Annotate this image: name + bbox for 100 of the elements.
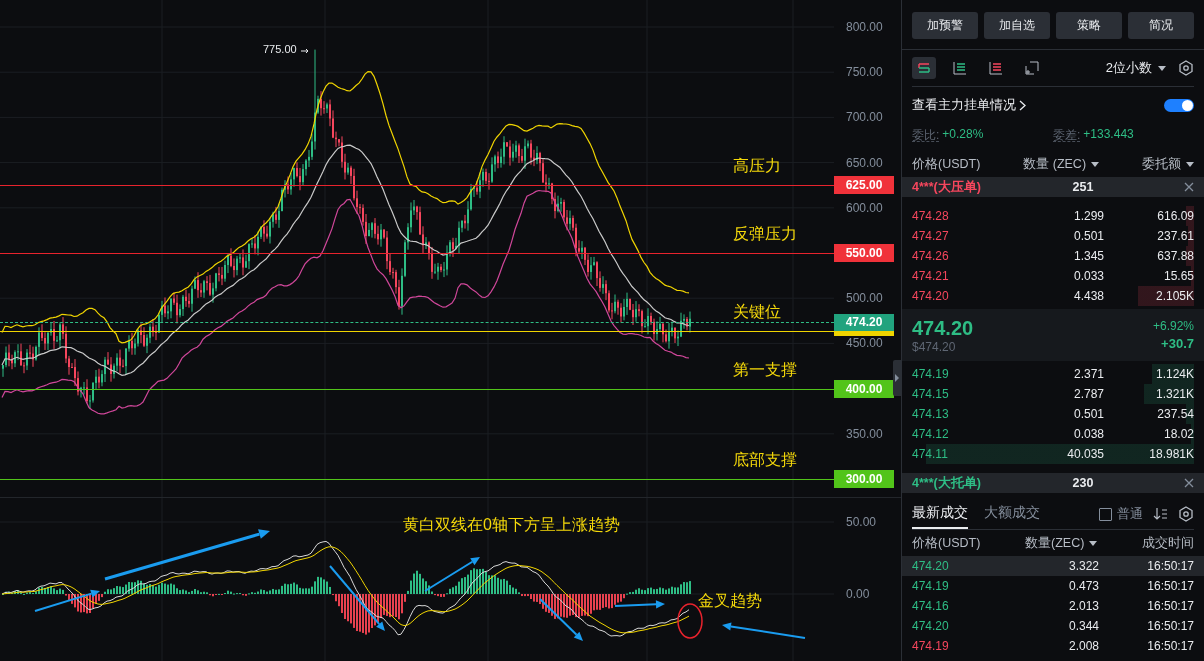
level-label: 第一支撑 (733, 359, 797, 380)
trade-amount: 3.322 (1067, 559, 1099, 573)
trade-row[interactable]: 474.19 2.008 16:50:17 (902, 636, 1204, 656)
caret-icon (1158, 65, 1166, 71)
trade-amount: 2.008 (1067, 639, 1099, 653)
annotation-text: 黄白双线在0轴下方呈上涨趋势 (403, 515, 620, 535)
level-label: 关键位 (733, 301, 781, 322)
large-order-label: 4***(大压单) (912, 178, 982, 196)
precision-dropdown[interactable]: 2位小数 (1105, 59, 1166, 77)
trade-row[interactable]: 474.16 2.013 16:50:17 (902, 596, 1204, 616)
order-total: 616.09 (1156, 209, 1194, 223)
order-total: 237.61 (1156, 229, 1194, 243)
last-price-usd: $474.20 (912, 339, 957, 354)
arrow-icon (301, 47, 309, 54)
axis-label: 500.00 (846, 291, 883, 306)
order-total: 1.321K (1154, 387, 1194, 401)
stat-label: 委比: (912, 127, 940, 142)
close-icon[interactable] (1184, 182, 1194, 192)
large-order-count: 230 (1071, 476, 1095, 490)
axis-label: 600.00 (846, 200, 883, 215)
trade-time: 16:50:17 (1146, 639, 1194, 653)
order-amount: 2.787 (1072, 387, 1104, 401)
settings-icon[interactable] (1178, 60, 1194, 76)
order-amount: 0.033 (1072, 269, 1104, 283)
stat-label: 委差: (1053, 127, 1081, 142)
order-total: 637.88 (1156, 249, 1194, 263)
price-tag: 300.00 (834, 470, 894, 488)
level-label: 反弹压力 (733, 224, 797, 244)
trade-time: 16:50:17 (1146, 599, 1194, 613)
order-amount: 0.501 (1072, 229, 1104, 243)
order-total: 237.54 (1156, 407, 1194, 421)
order-amount: 40.035 (1066, 447, 1104, 461)
axis-label: 800.00 (846, 20, 883, 34)
axis-label: 350.00 (846, 426, 883, 441)
change-value: +30.7 (1160, 336, 1194, 351)
price-tag: 400.00 (834, 379, 894, 398)
sort-icon[interactable] (1153, 507, 1168, 521)
order-price: 474.20 (912, 289, 950, 303)
annotation-arrow (539, 598, 583, 641)
close-icon[interactable] (1184, 478, 1194, 488)
column-sort-dropdown[interactable]: 数量 (ZEC) (1023, 155, 1100, 173)
action-button[interactable]: 简况 (1128, 12, 1194, 39)
action-button[interactable]: 策略 (1056, 12, 1122, 39)
toggle-switch[interactable] (1164, 98, 1194, 112)
column-sort-dropdown[interactable]: 数量(ZEC) (1025, 534, 1098, 552)
level-label: 高压力 (733, 156, 781, 177)
order-amount: 1.299 (1072, 209, 1104, 223)
order-total: 2.105K (1154, 289, 1194, 303)
column-header: 价格(USDT) (912, 155, 981, 173)
trade-row[interactable]: 474.20 3.322 16:50:17 (902, 556, 1204, 576)
axis-label: 750.00 (846, 65, 883, 80)
order-book-view-button[interactable] (912, 57, 936, 79)
last-price: 474.20 (912, 316, 974, 340)
order-amount: 0.038 (1072, 427, 1104, 441)
chevron-right-icon (1019, 99, 1026, 111)
axis-label: 450.00 (846, 336, 883, 351)
order-amount: 2.371 (1072, 367, 1104, 381)
current-price-tag: 474.20 (834, 313, 894, 331)
order-price: 474.28 (912, 209, 950, 223)
collapse-handle[interactable] (893, 360, 901, 396)
checkbox[interactable] (1099, 507, 1112, 521)
column-sort-dropdown[interactable]: 委托额 (1142, 155, 1194, 173)
axis-label: 650.00 (846, 155, 883, 170)
trade-price: 474.20 (912, 619, 950, 633)
order-total: 15.65 (1162, 269, 1194, 283)
price-tag: 550.00 (834, 244, 894, 262)
large-order-label: 4***(大托单) (912, 474, 982, 492)
trades-tab[interactable]: 大额成交 (984, 499, 1040, 529)
order-price: 474.21 (912, 269, 950, 283)
settings-icon[interactable] (1178, 506, 1194, 522)
large-order-count: 251 (1071, 180, 1095, 194)
trade-row[interactable]: 474.19 0.473 16:50:17 (902, 576, 1204, 596)
list-icon (917, 61, 931, 75)
list-icon (989, 61, 1003, 75)
list-icon (953, 61, 967, 75)
annotation-arrow (329, 565, 385, 631)
column-header: 价格(USDT) (912, 534, 981, 552)
order-total: 18.981K (1148, 447, 1194, 461)
column-header: 成交时间 (1142, 534, 1194, 552)
action-button[interactable]: 加预警 (912, 12, 978, 39)
stat-value: +133.443 (1083, 127, 1134, 143)
trade-amount: 0.473 (1067, 579, 1099, 593)
axis-label: 0.00 (846, 587, 870, 601)
trade-row[interactable]: 474.20 0.344 16:50:17 (902, 616, 1204, 636)
order-price: 474.27 (912, 229, 950, 243)
order-total: 18.02 (1162, 427, 1194, 441)
trade-price: 474.19 (912, 639, 950, 653)
axis-label: 50.00 (846, 515, 877, 529)
order-amount: 4.438 (1072, 289, 1104, 303)
trade-price: 474.16 (912, 599, 950, 613)
trade-amount: 2.013 (1067, 599, 1099, 613)
order-price: 474.19 (912, 367, 950, 381)
order-price: 474.13 (912, 407, 950, 421)
action-button[interactable]: 加自选 (984, 12, 1050, 39)
trade-time: 16:50:17 (1146, 619, 1194, 633)
main-orders-link[interactable]: 查看主力挂单情况 (912, 96, 1026, 114)
trades-tab[interactable]: 最新成交 (912, 499, 968, 529)
order-total: 1.124K (1154, 367, 1194, 381)
stat-value: +0.28% (942, 127, 984, 143)
annotation-arrow (614, 600, 665, 609)
